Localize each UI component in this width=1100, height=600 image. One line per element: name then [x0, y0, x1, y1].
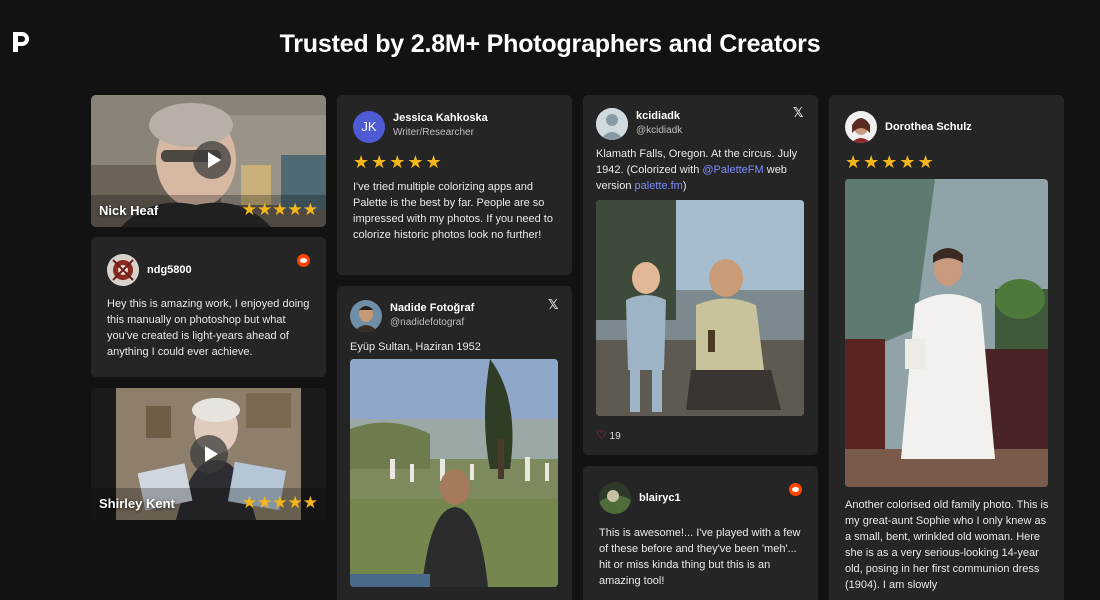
mention-link[interactable]: @PaletteFM — [702, 164, 763, 176]
video-author-name: Nick Heaf — [99, 203, 159, 218]
reviewer-handle[interactable]: @nadidefotograf — [390, 317, 474, 328]
avatar — [596, 108, 628, 140]
play-button[interactable] — [190, 435, 228, 473]
x-icon[interactable]: 𝕏 — [793, 106, 803, 121]
video-testimonial-nick-heaf[interactable]: Nick Heaf ★★★★★ — [91, 95, 326, 227]
video-testimonial-shirley-kent[interactable]: Shirley Kent ★★★★★ — [91, 388, 326, 520]
heart-icon[interactable]: ♡ — [596, 428, 607, 442]
star-rating: ★★★★★ — [845, 152, 936, 172]
page-title: Trusted by 2.8M+ Photographers and Creat… — [279, 30, 821, 58]
avatar — [350, 300, 382, 332]
x-icon[interactable]: 𝕏 — [548, 298, 558, 313]
star-rating: ★★★★★ — [353, 152, 444, 172]
review-text: Another colorised old family photo. This… — [845, 499, 1049, 591]
username[interactable]: blairyc1 — [639, 492, 681, 504]
review-card-jessica-kahkoska: JK Jessica Kahkoska Writer/Researcher ★★… — [337, 95, 572, 275]
reviewer-role: Writer/Researcher — [393, 127, 474, 138]
review-card-blairyc1: blairyc1 This is awesome!... I've played… — [583, 466, 818, 600]
reviewer-name[interactable]: kcidiadk — [636, 110, 682, 122]
avatar — [845, 111, 877, 143]
post-text: Klamath Falls, Oregon. At the circus. Ju… — [596, 146, 811, 194]
colorized-photo[interactable] — [596, 200, 804, 416]
review-text: This is awesome!... I've played with a f… — [599, 527, 801, 587]
colorized-photo[interactable] — [350, 359, 558, 587]
star-rating: ★★★★★ — [241, 493, 318, 512]
star-rating: ★★★★★ — [241, 200, 318, 219]
review-text: Hey this is amazing work, I enjoyed doin… — [107, 298, 310, 358]
like-count: 19 — [609, 431, 621, 442]
review-card-ndg5800: ndg5800 Hey this is amazing work, I enjo… — [91, 237, 326, 377]
review-text: I've tried multiple colorizing apps and … — [353, 181, 553, 241]
colorized-photo[interactable] — [845, 179, 1048, 487]
avatar — [107, 254, 139, 286]
reviewer-name[interactable]: Nadide Fotoğraf — [390, 302, 474, 314]
review-card-nadide-fotograf: Nadide Fotoğraf @nadidefotograf 𝕏 Eyüp S… — [337, 286, 572, 600]
post-text: Eyüp Sultan, Haziran 1952 — [350, 341, 481, 353]
likes[interactable]: ♡ 19 — [596, 428, 621, 442]
site-link[interactable]: palette.fm — [635, 180, 683, 192]
review-card-dorothea-schulz: Dorothea Schulz ★★★★★ Another colorised … — [829, 95, 1064, 600]
username[interactable]: ndg5800 — [147, 264, 192, 276]
reviewer-name: Jessica Kahkoska — [393, 112, 488, 124]
avatar: JK — [353, 111, 385, 143]
reddit-icon[interactable] — [789, 483, 802, 496]
video-author-name: Shirley Kent — [99, 496, 175, 511]
review-card-kcidiadk: kcidiadk @kcidiadk 𝕏 Klamath Falls, Oreg… — [583, 95, 818, 455]
post-text-part: ) — [682, 180, 687, 192]
reviewer-handle[interactable]: @kcidiadk — [636, 125, 682, 136]
avatar — [599, 482, 631, 514]
reviewer-name: Dorothea Schulz — [885, 121, 972, 133]
play-button[interactable] — [193, 141, 231, 179]
reddit-icon[interactable] — [297, 254, 310, 267]
